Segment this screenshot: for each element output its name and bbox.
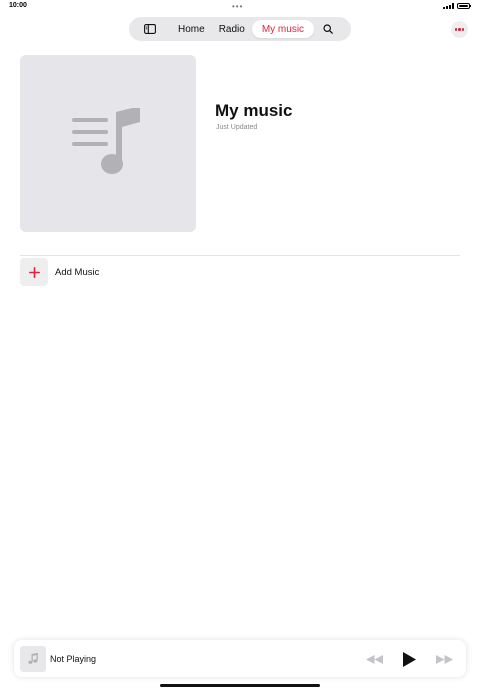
play-icon xyxy=(402,651,416,667)
signal-icon xyxy=(443,3,454,9)
more-icon xyxy=(454,28,458,31)
playlist-artwork xyxy=(20,55,196,232)
add-tile xyxy=(20,258,48,286)
fast-forward-button[interactable] xyxy=(434,650,454,668)
top-tab-bar: Home Radio My music xyxy=(129,17,351,41)
mini-player-artwork xyxy=(20,646,46,672)
tab-radio[interactable]: Radio xyxy=(212,20,252,38)
home-indicator[interactable] xyxy=(160,684,320,687)
search-button[interactable] xyxy=(316,20,340,38)
sidebar-icon xyxy=(144,24,156,34)
page-title: My music xyxy=(215,101,293,120)
tab-home[interactable]: Home xyxy=(171,20,212,38)
search-icon xyxy=(323,24,333,34)
status-indicators xyxy=(443,3,471,9)
music-note-icon xyxy=(28,653,38,664)
battery-icon xyxy=(457,3,471,9)
add-music-button[interactable]: Add Music xyxy=(20,258,460,286)
playlist-subtitle: Just Updated xyxy=(216,124,258,131)
plus-icon xyxy=(28,266,40,278)
status-bar: 10:00 ••• xyxy=(0,0,480,14)
multitask-dots[interactable]: ••• xyxy=(232,2,243,11)
rewind-icon xyxy=(365,654,383,664)
status-time: 10:00 xyxy=(9,2,27,9)
add-music-label: Add Music xyxy=(55,266,100,278)
play-button[interactable] xyxy=(400,650,418,668)
divider xyxy=(20,255,460,256)
rewind-button[interactable] xyxy=(364,650,384,668)
fast-forward-icon xyxy=(435,654,453,664)
tab-my-music[interactable]: My music xyxy=(251,20,315,38)
mini-player[interactable]: Not Playing xyxy=(14,640,466,677)
sidebar-toggle-button[interactable] xyxy=(137,20,163,38)
more-button[interactable] xyxy=(451,21,468,38)
now-playing-label: Not Playing xyxy=(50,654,97,664)
music-note-list-icon xyxy=(72,107,140,174)
